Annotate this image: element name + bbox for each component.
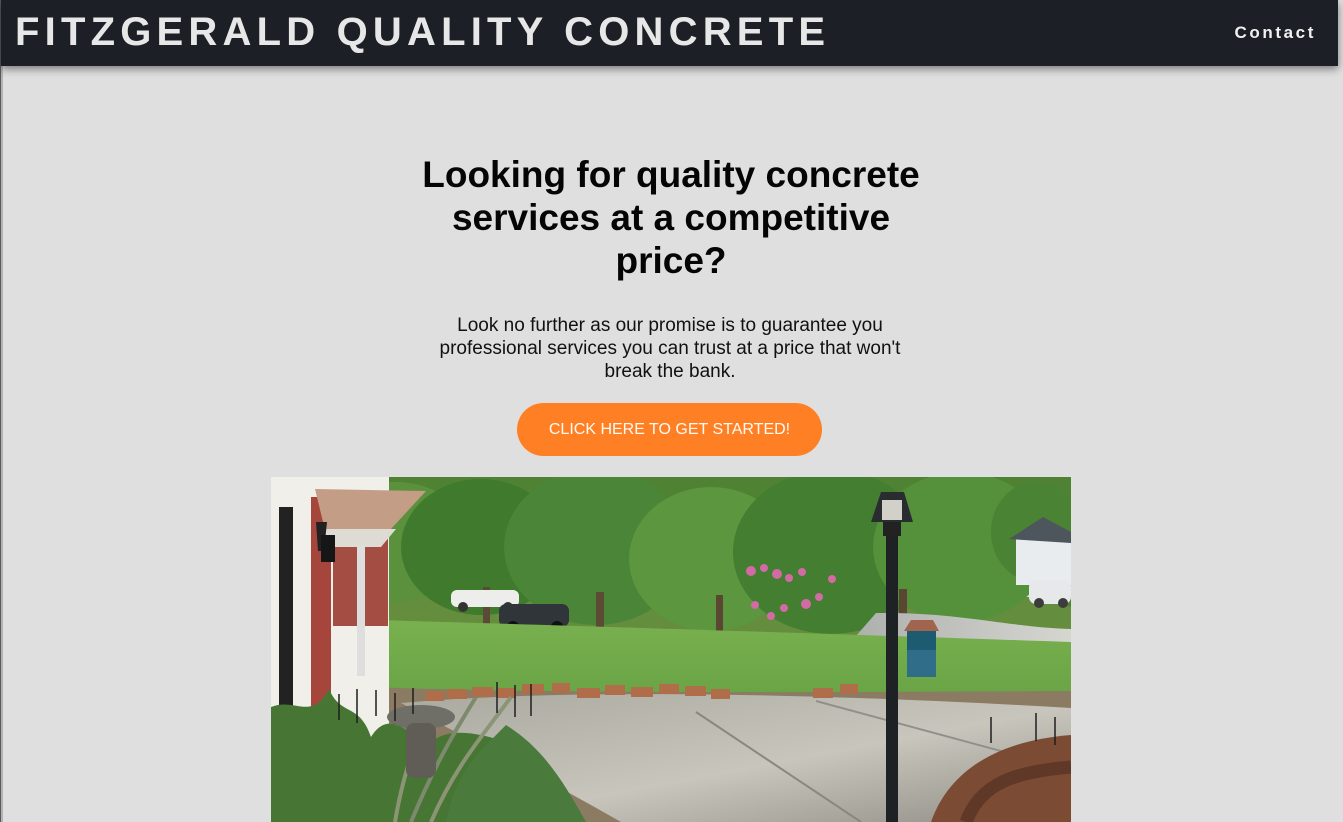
site-header: FITZGERALD QUALITY CONCRETE Contact [1,0,1338,66]
hero-description: Look no further as our promise is to gua… [439,315,901,382]
hero-section: Looking for quality concrete services at… [1,66,1338,822]
hero-headline: Looking for quality concrete services at… [422,154,920,281]
driveway-photo-illustration [271,477,1071,822]
get-started-button[interactable]: CLICK HERE TO GET STARTED! [517,403,822,456]
site-logo-text[interactable]: FITZGERALD QUALITY CONCRETE [15,9,830,55]
browser-viewport: FITZGERALD QUALITY CONCRETE Contact Look… [0,0,1343,822]
driveway-photo [271,477,1071,822]
contact-link[interactable]: Contact [1235,23,1316,43]
